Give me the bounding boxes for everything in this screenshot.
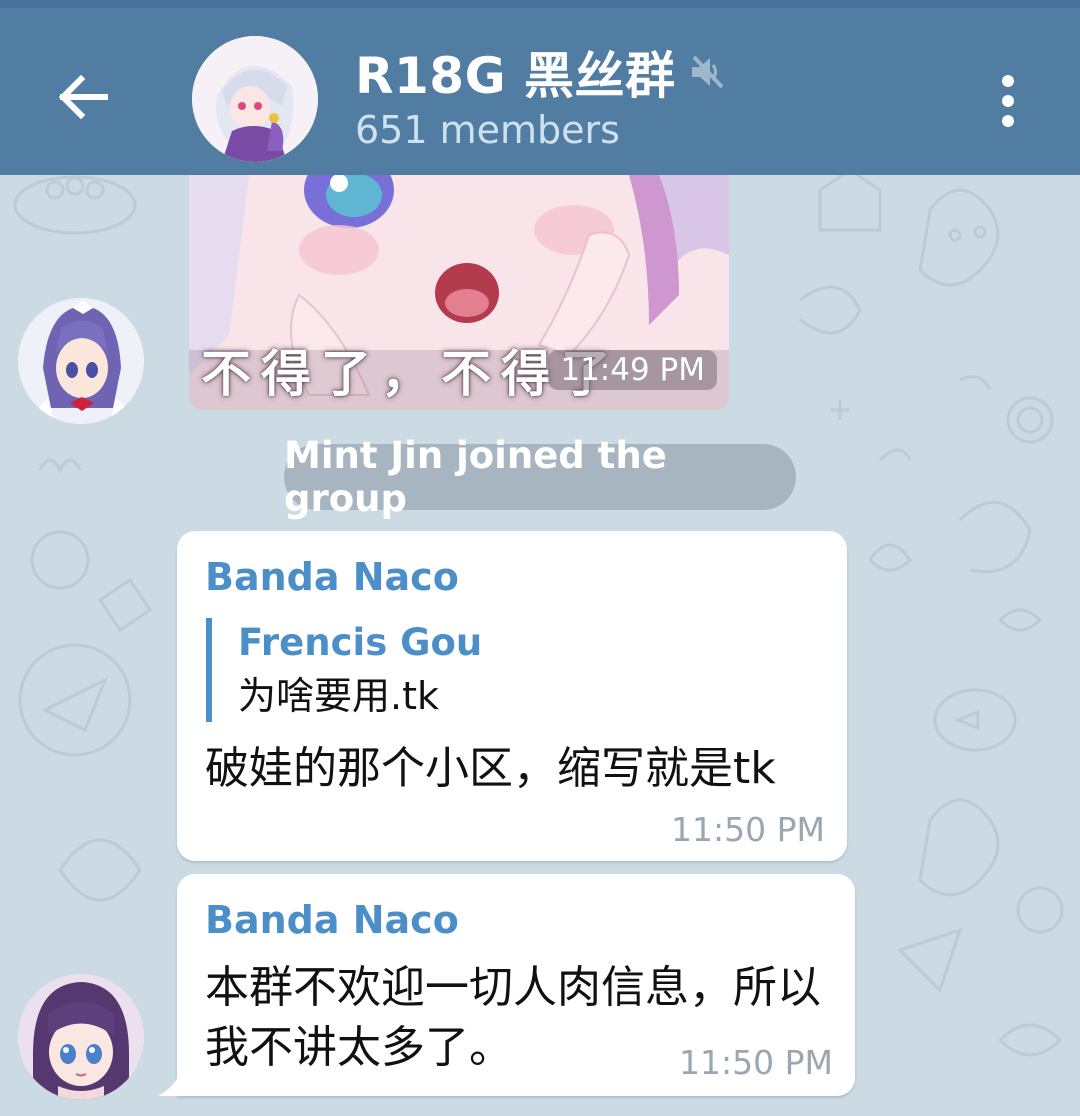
service-message: Mint Jin joined the group bbox=[284, 434, 796, 520]
chat-header: R18G 黑丝群 651 members bbox=[0, 0, 1080, 175]
back-button[interactable] bbox=[48, 62, 118, 132]
more-vertical-icon-dot bbox=[1002, 115, 1014, 127]
sender-avatar-image bbox=[18, 974, 144, 1100]
title-row[interactable]: R18G 黑丝群 bbox=[355, 38, 728, 106]
reply-text: 为啥要用.tk bbox=[238, 674, 439, 718]
more-vertical-icon-dot bbox=[1002, 95, 1014, 107]
message-text: 破娃的那个小区，缩写就是tk bbox=[205, 743, 776, 794]
group-title: R18G 黑丝群 bbox=[355, 47, 676, 105]
message-time: 11:50 PM bbox=[679, 1043, 833, 1082]
sender-name[interactable]: Banda Naco bbox=[205, 898, 459, 942]
sender-avatar-image bbox=[18, 298, 144, 424]
more-vertical-icon bbox=[1002, 75, 1014, 87]
sticker-message[interactable]: 不得了，不得了 11:49 PM bbox=[189, 175, 729, 410]
muted-speaker-icon bbox=[691, 55, 723, 89]
sender-avatar[interactable] bbox=[18, 298, 144, 424]
message-bubble[interactable]: Banda Naco Frencis Gou 为啥要用.tk 破娃的那个小区，缩… bbox=[177, 531, 847, 861]
member-count: 651 members bbox=[355, 108, 620, 152]
message-bubble[interactable]: Banda Naco 本群不欢迎一切人肉信息，所以我不讲太多了。 11:50 P… bbox=[177, 874, 855, 1096]
message-time: 11:50 PM bbox=[671, 810, 825, 849]
reply-preview[interactable]: Frencis Gou 为啥要用.tk bbox=[206, 618, 482, 722]
group-avatar[interactable] bbox=[192, 36, 318, 162]
reply-sender-name: Frencis Gou bbox=[238, 621, 483, 664]
sender-name[interactable]: Banda Naco bbox=[205, 555, 459, 599]
group-avatar-image bbox=[192, 36, 318, 162]
more-menu-button[interactable] bbox=[985, 66, 1031, 136]
message-time: 11:49 PM bbox=[548, 350, 717, 390]
arrow-left-icon bbox=[58, 75, 108, 119]
bubble-tail bbox=[158, 1056, 188, 1096]
sender-avatar[interactable] bbox=[18, 974, 144, 1100]
